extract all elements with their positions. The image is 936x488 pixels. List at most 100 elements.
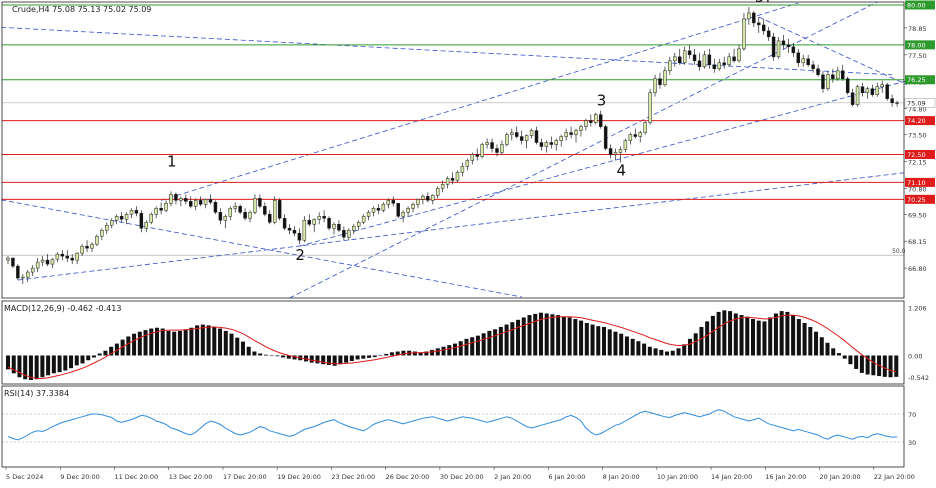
candle-body bbox=[268, 214, 272, 223]
macd-bar bbox=[458, 341, 463, 356]
macd-bar bbox=[854, 355, 859, 369]
trading-chart[interactable]: 78.8577.5076.1574.8073.5072.1570.8069.50… bbox=[0, 0, 936, 484]
macd-bar bbox=[269, 355, 274, 356]
candle-body bbox=[653, 78, 657, 93]
time-axis-label: 14 Jan 20:00 bbox=[711, 473, 752, 481]
macd-bar bbox=[779, 311, 784, 356]
macd-bar bbox=[527, 315, 532, 356]
candle-body bbox=[460, 166, 465, 173]
macd-bar bbox=[601, 326, 607, 356]
candle-body bbox=[840, 70, 845, 79]
macd-bar bbox=[275, 355, 280, 357]
macd-bar bbox=[773, 313, 778, 356]
macd-bar bbox=[510, 322, 515, 356]
time-axis-label: 9 Dec 20:00 bbox=[60, 473, 100, 481]
candle-body bbox=[796, 52, 801, 64]
macd-bar bbox=[69, 355, 74, 369]
candle-body bbox=[253, 198, 257, 213]
macd-bar bbox=[240, 341, 245, 356]
candle-body bbox=[228, 208, 232, 217]
candle-body bbox=[673, 56, 677, 62]
candle-body bbox=[549, 142, 554, 145]
macd-axis-label: 1.206 bbox=[908, 305, 927, 313]
candle-body bbox=[203, 199, 208, 205]
candle-body bbox=[70, 257, 74, 261]
candle-body bbox=[895, 102, 899, 104]
candle-body bbox=[836, 70, 840, 79]
macd-bar bbox=[871, 355, 876, 376]
time-axis-label: 19 Dec 20:00 bbox=[277, 473, 321, 481]
fib-label: 50.0 bbox=[892, 248, 906, 255]
macd-bar bbox=[367, 355, 372, 358]
candle-body bbox=[534, 130, 539, 143]
symbol-header: Crude,H4 75.08 75.13 75.02 75.09 bbox=[12, 5, 151, 14]
macd-bar bbox=[710, 315, 715, 356]
candle-body bbox=[391, 200, 395, 204]
macd-bar bbox=[699, 326, 704, 356]
macd-bar bbox=[384, 353, 389, 356]
macd-bar bbox=[258, 353, 263, 356]
candle-body bbox=[850, 92, 855, 105]
macd-bar bbox=[636, 341, 641, 356]
candle-body bbox=[747, 12, 751, 20]
candle-body bbox=[554, 140, 558, 145]
candle-body bbox=[297, 232, 302, 241]
macd-bar bbox=[533, 313, 538, 356]
macd-bar bbox=[859, 355, 864, 373]
macd-bar bbox=[516, 319, 521, 356]
macd-bar bbox=[739, 315, 744, 356]
macd-bar bbox=[166, 330, 171, 356]
macd-bar bbox=[223, 330, 228, 356]
candle-body bbox=[697, 60, 702, 68]
macd-bar bbox=[441, 346, 446, 356]
candle-body bbox=[539, 142, 544, 147]
macd-bar bbox=[315, 355, 320, 364]
candle-body bbox=[791, 46, 796, 54]
macd-bar bbox=[722, 310, 727, 356]
macd-bar bbox=[716, 311, 721, 356]
candle-body bbox=[50, 258, 55, 265]
candle-body bbox=[682, 50, 687, 64]
macd-bar bbox=[263, 354, 268, 356]
candle-body bbox=[742, 18, 746, 50]
macd-bar bbox=[361, 355, 366, 359]
macd-bar bbox=[630, 338, 635, 356]
macd-bar bbox=[836, 353, 841, 356]
candle-body bbox=[55, 253, 60, 260]
level-tag-label: 74.20 bbox=[907, 117, 926, 125]
macd-bar bbox=[682, 344, 687, 356]
candle-body bbox=[712, 64, 717, 70]
level-tag-label: 72.50 bbox=[907, 151, 926, 159]
macd-bar bbox=[653, 348, 658, 356]
macd-bar bbox=[447, 345, 452, 356]
macd-bar bbox=[281, 355, 286, 358]
candle-body bbox=[480, 144, 484, 157]
candle-body bbox=[623, 140, 628, 150]
candle-body bbox=[465, 160, 470, 167]
macd-bar bbox=[762, 321, 767, 356]
macd-bar bbox=[355, 355, 360, 360]
candle-body bbox=[154, 208, 158, 215]
macd-bar bbox=[728, 311, 733, 356]
candle-body bbox=[352, 225, 356, 231]
time-axis-label: 11 Dec 20:00 bbox=[114, 473, 158, 481]
macd-bar bbox=[80, 355, 85, 364]
macd-bar bbox=[5, 355, 11, 370]
candle-body bbox=[845, 78, 850, 93]
macd-bar bbox=[309, 355, 314, 363]
candle-body bbox=[421, 196, 425, 200]
macd-bar bbox=[791, 315, 796, 356]
macd-bar bbox=[349, 355, 354, 362]
macd-bar bbox=[659, 349, 664, 356]
candle-body bbox=[470, 154, 475, 161]
macd-bar bbox=[132, 333, 137, 356]
wave-label: 2 bbox=[295, 246, 305, 264]
candle-body bbox=[347, 229, 351, 238]
candle-body bbox=[500, 144, 504, 153]
candle-body bbox=[169, 194, 173, 204]
macd-bar bbox=[624, 336, 629, 356]
candle-body bbox=[431, 195, 435, 201]
macd-bar bbox=[693, 333, 698, 356]
candle-body bbox=[426, 196, 430, 201]
candle-body bbox=[371, 208, 376, 213]
